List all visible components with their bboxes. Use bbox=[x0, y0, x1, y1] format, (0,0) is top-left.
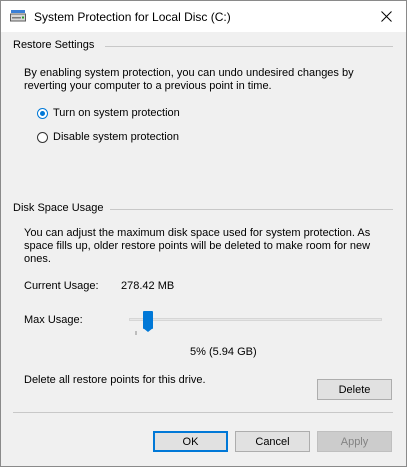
disk-space-description: You can adjust the maximum disk space us… bbox=[24, 227, 371, 265]
system-protection-dialog: System Protection for Local Disc (C:) Re… bbox=[0, 0, 407, 467]
cancel-button[interactable]: Cancel bbox=[235, 431, 310, 452]
current-usage-value: 278.42 MB bbox=[121, 280, 175, 292]
restore-settings-description: By enabling system protection, you can u… bbox=[24, 67, 354, 92]
close-button[interactable] bbox=[366, 1, 406, 32]
footer-divider bbox=[13, 412, 393, 413]
disk-space-divider bbox=[105, 209, 393, 210]
disable-protection-radio[interactable] bbox=[37, 131, 48, 143]
restore-settings-divider bbox=[105, 46, 393, 47]
disable-protection-option[interactable]: Disable system protection bbox=[37, 131, 179, 143]
current-usage-label: Current Usage: bbox=[24, 280, 99, 292]
disk-drive-icon bbox=[10, 10, 26, 22]
delete-restore-points-text: Delete all restore points for this drive… bbox=[24, 374, 206, 386]
ok-button[interactable]: OK bbox=[153, 431, 228, 452]
close-icon bbox=[380, 11, 392, 22]
turn-on-protection-option[interactable]: Turn on system protection bbox=[37, 107, 180, 119]
delete-button[interactable]: Delete bbox=[317, 379, 392, 400]
turn-on-protection-radio[interactable] bbox=[37, 107, 48, 119]
max-usage-slider-track[interactable] bbox=[129, 318, 382, 321]
window-title: System Protection for Local Disc (C:) bbox=[34, 10, 231, 24]
max-usage-slider-thumb[interactable] bbox=[143, 311, 154, 332]
disable-protection-label: Disable system protection bbox=[53, 131, 179, 143]
max-usage-label: Max Usage: bbox=[24, 314, 83, 326]
max-usage-value: 5% (5.94 GB) bbox=[190, 346, 257, 358]
turn-on-protection-label: Turn on system protection bbox=[53, 107, 180, 119]
slider-ticks bbox=[135, 331, 137, 335]
restore-settings-heading: Restore Settings bbox=[13, 39, 101, 51]
title-bar[interactable]: System Protection for Local Disc (C:) bbox=[1, 1, 406, 32]
disk-space-heading: Disk Space Usage bbox=[13, 202, 110, 214]
apply-button[interactable]: Apply bbox=[317, 431, 392, 452]
